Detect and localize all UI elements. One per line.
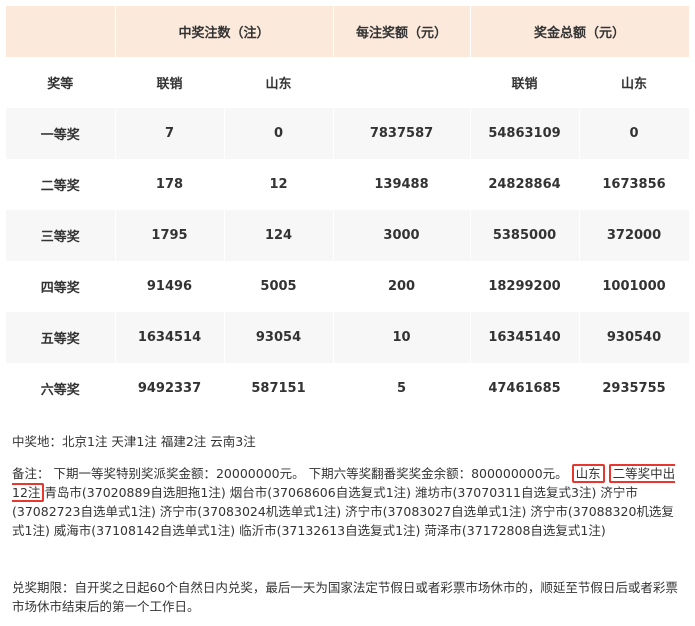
header-blank [6,6,116,57]
table-header-row: 中奖注数（注） 每注奖额（元） 奖金总额（元） [6,6,690,57]
cell-level: 一等奖 [6,108,116,159]
cell-per-bet: 7837587 [333,108,471,159]
cell-shandong-count: 0 [224,108,334,159]
cell-per-bet: 139488 [333,159,471,210]
cell-level: 五等奖 [6,312,116,363]
page: 中奖注数（注） 每注奖额（元） 奖金总额（元） 奖等 联销 山东 联销 山东 一… [0,0,695,626]
cell-national-total: 54863109 [470,108,580,159]
cell-national-total: 18299200 [470,261,580,312]
cell-level: 四等奖 [6,261,116,312]
cell-shandong-total: 372000 [579,210,690,261]
cell-per-bet: 10 [333,312,471,363]
header-prize-level: 奖等 [6,57,116,108]
cell-level: 六等奖 [6,363,116,414]
cell-shandong-total: 2935755 [579,363,690,414]
cell-national-total: 24828864 [470,159,580,210]
subheader-shandong-total: 山东 [579,57,690,108]
cell-per-bet: 5 [333,363,471,414]
cell-shandong-total: 930540 [579,312,690,363]
subheader-national-count: 联销 [115,57,225,108]
header-total-prize: 奖金总额（元） [470,6,690,57]
cell-national-total: 16345140 [470,312,580,363]
cell-national-count: 178 [115,159,225,210]
cell-shandong-count: 5005 [224,261,334,312]
table-row: 三等奖 1795 124 3000 5385000 372000 [6,210,690,261]
subheader-blank [333,57,471,108]
cell-national-count: 7 [115,108,225,159]
cell-national-count: 9492337 [115,363,225,414]
subheader-national-total: 联销 [470,57,580,108]
table-row: 四等奖 91496 5005 200 18299200 1001000 [6,261,690,312]
header-winning-bets: 中奖注数（注） [115,6,334,57]
highlight-shandong: 山东 [571,464,605,483]
cell-level: 二等奖 [6,159,116,210]
cell-shandong-count: 12 [224,159,334,210]
table-row: 六等奖 9492337 587151 5 47461685 2935755 [6,363,690,414]
cell-shandong-count: 93054 [224,312,334,363]
remark-note: 备注： 下期一等奖特别奖派奖金额：20000000元。 下期六等奖翻番奖奖金余额… [12,464,684,540]
subheader-shandong-count: 山东 [224,57,334,108]
cell-shandong-count: 587151 [224,363,334,414]
table-row: 二等奖 178 12 139488 24828864 1673856 [6,159,690,210]
prize-table: 中奖注数（注） 每注奖额（元） 奖金总额（元） 奖等 联销 山东 联销 山东 一… [6,6,690,414]
table-row: 一等奖 7 0 7837587 54863109 0 [6,108,690,159]
cell-level: 三等奖 [6,210,116,261]
cell-national-count: 1634514 [115,312,225,363]
table-subheader-row: 奖等 联销 山东 联销 山东 [6,57,690,108]
remark-city-list: 青岛市(37020889自选胆拖1注) 烟台市(37068606自选复式1注) … [12,485,674,538]
header-per-bet-prize: 每注奖额（元） [333,6,471,57]
remark-prefix: 备注： 下期一等奖特别奖派奖金额：20000000元。 下期六等奖翻番奖奖金余额… [12,466,568,481]
table-row: 五等奖 1634514 93054 10 16345140 930540 [6,312,690,363]
cell-national-total: 47461685 [470,363,580,414]
cell-national-total: 5385000 [470,210,580,261]
redeem-period-note: 兑奖期限：自开奖之日起60个自然日内兑奖，最后一天为国家法定节假日或者彩票市场休… [12,580,678,614]
cell-shandong-total: 1673856 [579,159,690,210]
cell-shandong-total: 0 [579,108,690,159]
cell-per-bet: 3000 [333,210,471,261]
cell-shandong-total: 1001000 [579,261,690,312]
cell-national-count: 1795 [115,210,225,261]
cell-per-bet: 200 [333,261,471,312]
cell-shandong-count: 124 [224,210,334,261]
cell-national-count: 91496 [115,261,225,312]
winners-location-note: 中奖地：北京1注 天津1注 福建2注 云南3注 [12,434,256,449]
